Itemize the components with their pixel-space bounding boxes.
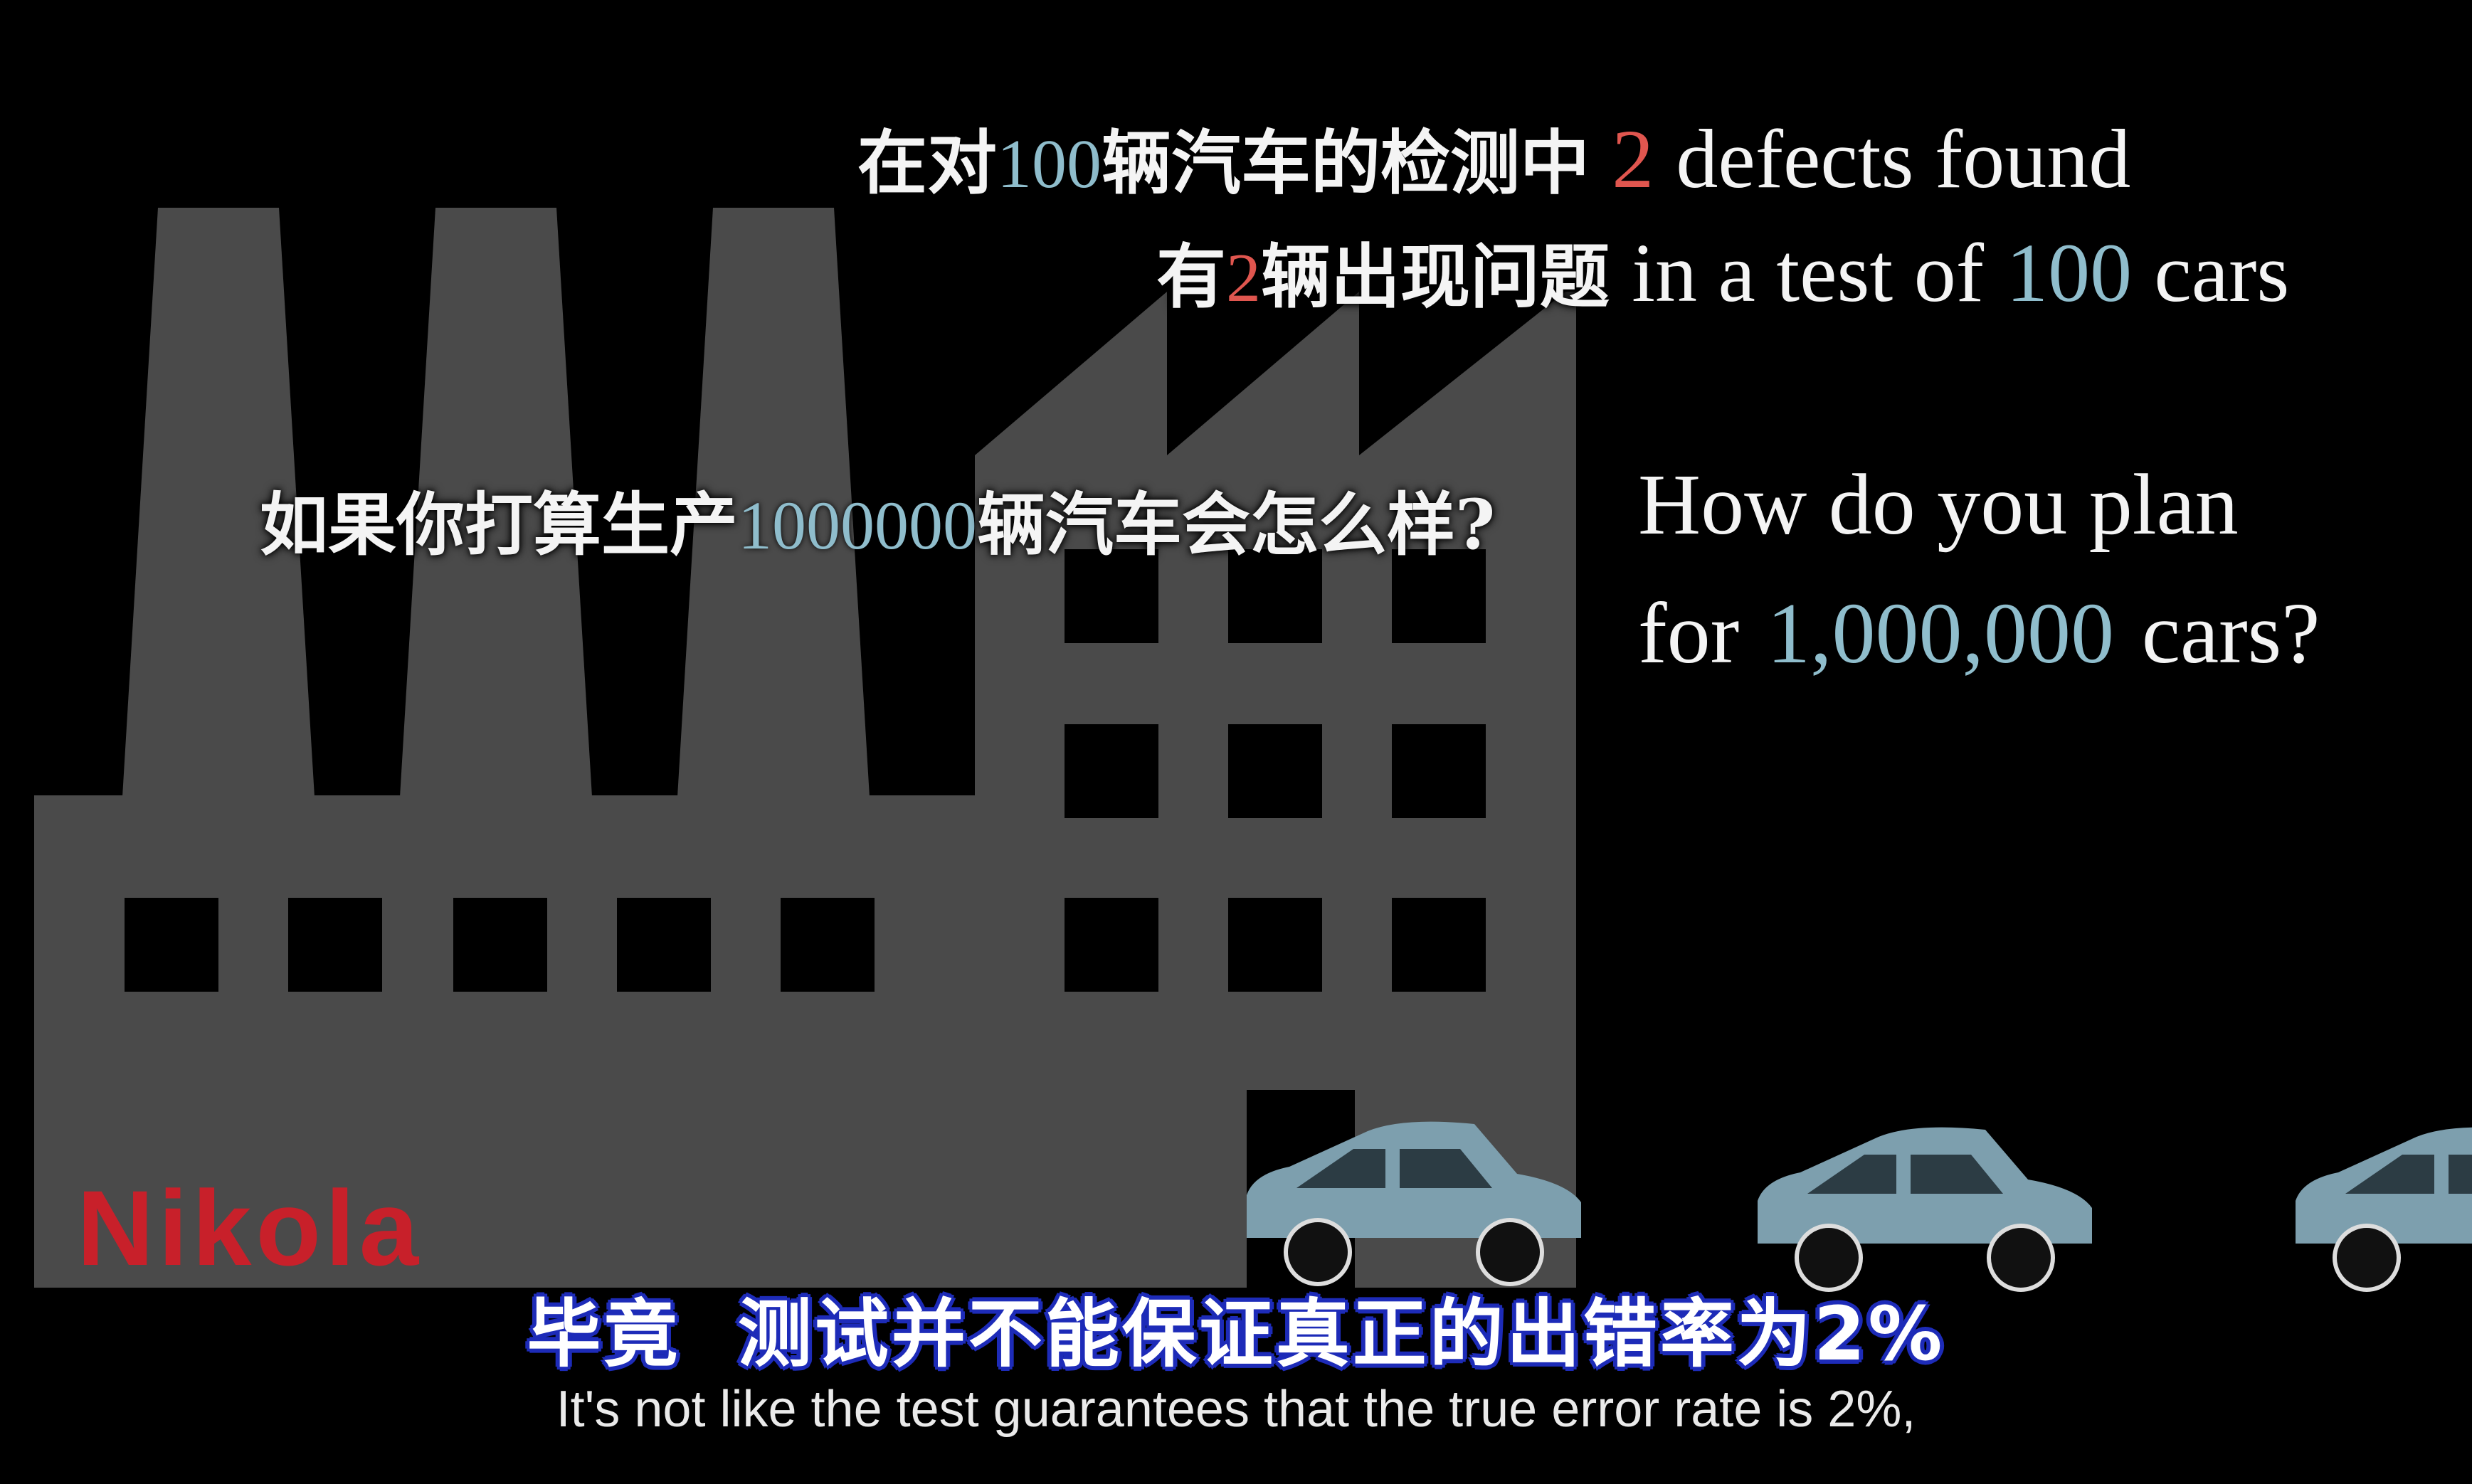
headline-zh-1-suffix: 辆汽车的检测中 bbox=[1102, 122, 1590, 204]
question-zh-suffix: 辆汽车会怎么样? bbox=[977, 484, 1496, 565]
headline-zh-2-number: 2 bbox=[1226, 240, 1262, 317]
headline-en-2-suffix: cars bbox=[2154, 226, 2290, 319]
headline-en-2-number: 100 bbox=[2006, 226, 2133, 319]
headline-zh-1-prefix: 在对 bbox=[857, 122, 998, 204]
car-2 bbox=[1758, 1127, 2092, 1292]
headline-en-1-number: 2 bbox=[1612, 112, 1654, 206]
headline-line-1: 在对100辆汽车的检测中 2 defects found bbox=[857, 107, 2130, 208]
question-en-line-1: How do you plan bbox=[1638, 457, 2239, 553]
headline-zh-2-prefix: 有 bbox=[1156, 236, 1227, 318]
question-zh-prefix: 如果你打算生产 bbox=[260, 484, 738, 565]
question-en-line-2-number: 1,000,000 bbox=[1767, 585, 2115, 682]
question-en-line-2-suffix: cars? bbox=[2141, 585, 2320, 682]
headline-zh-2-suffix: 辆出现问题 bbox=[1261, 236, 1610, 318]
question-zh-number: 1000000 bbox=[738, 487, 977, 563]
subtitle-zh: 毕竟 测试并不能保证真正的出错率为2% bbox=[527, 1290, 1945, 1377]
nikola-logo: Nikola bbox=[77, 1168, 423, 1288]
question-en-line-2-prefix: for bbox=[1638, 585, 1740, 682]
headline-en-1-text: defects found bbox=[1676, 112, 2131, 206]
subtitle-en: It's not like the test guarantees that t… bbox=[556, 1381, 1916, 1438]
car-3 bbox=[2296, 1127, 2472, 1292]
headline-line-2: 有2辆出现问题 in a test of 100 cars bbox=[1156, 221, 2289, 322]
headline-en-2-prefix: in a test of bbox=[1632, 226, 1985, 319]
headline-zh-1-number: 100 bbox=[997, 126, 1102, 203]
question-en-line-2: for 1,000,000 cars? bbox=[1638, 582, 2320, 684]
question-zh: 如果你打算生产1000000辆汽车会怎么样? bbox=[260, 470, 1495, 568]
